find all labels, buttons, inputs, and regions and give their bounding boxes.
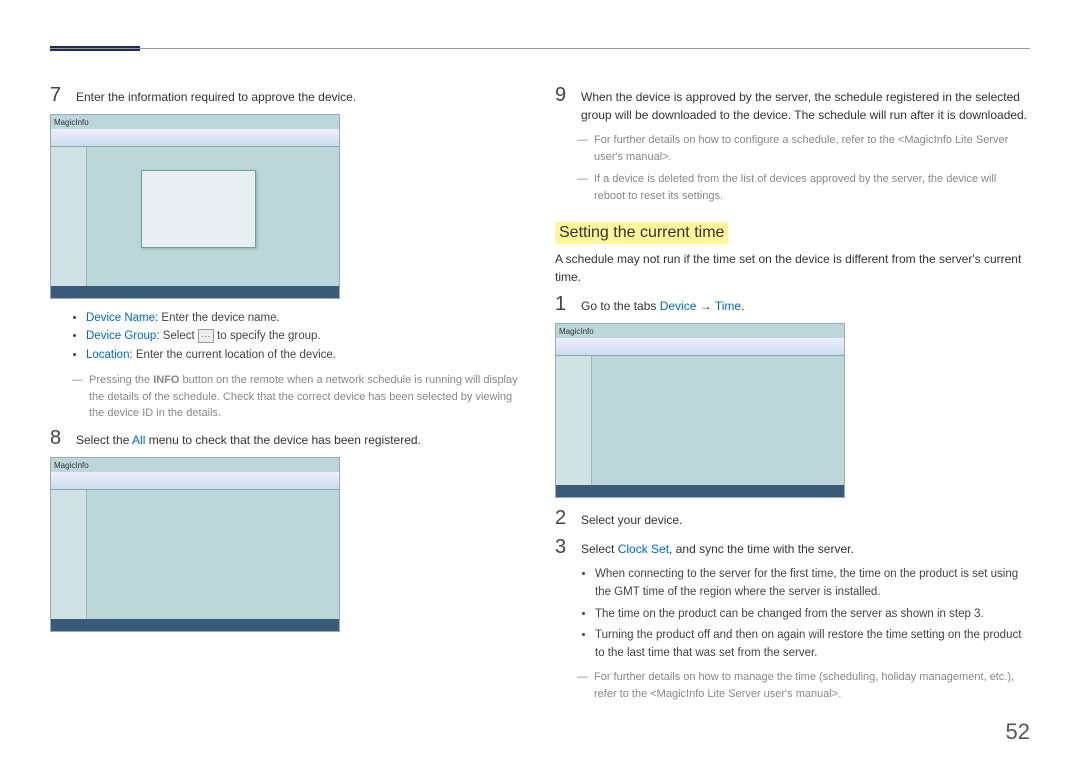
app-sidebar — [51, 490, 87, 619]
app-toolbar — [51, 472, 339, 490]
note-time-manual: ― For further details on how to manage t… — [577, 669, 1030, 702]
step-9: 9 When the device is approved by the ser… — [555, 85, 1030, 124]
note-b: INFO — [153, 374, 179, 386]
note-device-deleted: ― If a device is deleted from the list o… — [577, 171, 1030, 204]
note-text: For further details on how to configure … — [594, 132, 1030, 165]
step-text: Go to the tabs Device → Time. — [581, 294, 1030, 315]
step-8: 8 Select the All menu to check that the … — [50, 428, 525, 449]
e: . — [741, 299, 744, 313]
page-number: 52 — [1006, 719, 1030, 745]
sub-bullet-1: When connecting to the server for the fi… — [595, 566, 1030, 602]
c: , and sync the time with the server. — [669, 542, 854, 556]
label-location: Location — [86, 349, 129, 361]
app-toolbar — [556, 338, 844, 356]
step-text: When the device is approved by the serve… — [581, 85, 1030, 124]
note-text: Pressing the INFO button on the remote w… — [89, 372, 525, 422]
app-sidebar — [556, 356, 592, 485]
step-number: 9 — [555, 85, 569, 124]
section-intro: A schedule may not run if the time set o… — [555, 250, 1030, 286]
app-logo: MagicInfo — [54, 461, 89, 470]
a: Select — [581, 542, 618, 556]
screenshot-time-tab: MagicInfo — [555, 323, 845, 498]
text-device-group-b: to specify the group. — [214, 330, 321, 342]
dash-icon: ― — [577, 669, 588, 702]
app-logo: MagicInfo — [559, 327, 594, 336]
time-sub-bullets: When connecting to the server for the fi… — [581, 566, 1030, 663]
text-location: : Enter the current location of the devi… — [129, 349, 335, 361]
dash-icon: ― — [577, 132, 588, 165]
app-logo: MagicInfo — [54, 118, 89, 127]
a: Go to the tabs — [581, 299, 660, 313]
dash-icon: ― — [72, 372, 83, 422]
right-column: 9 When the device is approved by the ser… — [555, 85, 1030, 708]
header-rule — [50, 48, 1030, 49]
app-sidebar — [51, 147, 87, 286]
app-footer — [556, 485, 844, 497]
step-number: 2 — [555, 508, 569, 529]
step-7: 7 Enter the information required to appr… — [50, 85, 525, 106]
left-column: 7 Enter the information required to appr… — [50, 85, 525, 708]
app-footer — [51, 286, 339, 298]
note-text: For further details on how to manage the… — [594, 669, 1030, 702]
step-number: 3 — [555, 537, 569, 558]
dash-icon: ― — [577, 171, 588, 204]
app-toolbar — [51, 129, 339, 147]
bullet-device-group: Device Group: Select ··· to specify the … — [86, 327, 525, 345]
bullet-location: Location: Enter the current location of … — [86, 346, 525, 364]
step-2: 2 Select your device. — [555, 508, 1030, 529]
b: Device — [660, 299, 697, 313]
t-b: All — [132, 433, 145, 447]
t-c: menu to check that the device has been r… — [145, 433, 421, 447]
d: Time — [715, 299, 741, 313]
section-heading: Setting the current time — [555, 222, 728, 244]
field-bullets: Device Name: Enter the device name. Devi… — [72, 309, 525, 364]
t-a: Select the — [76, 433, 132, 447]
sub-bullet-3: Turning the product off and then on agai… — [595, 627, 1030, 663]
screenshot-all-menu: MagicInfo — [50, 457, 340, 632]
step-text: Select Clock Set, and sync the time with… — [581, 537, 1030, 558]
text-device-name: : Enter the device name. — [155, 312, 280, 324]
note-schedule-manual: ― For further details on how to configur… — [577, 132, 1030, 165]
ellipsis-icon: ··· — [198, 329, 214, 343]
label-device-group: Device Group — [86, 330, 156, 342]
step-number: 8 — [50, 428, 64, 449]
label-device-name: Device Name — [86, 312, 155, 324]
step-text: Enter the information required to approv… — [76, 85, 525, 106]
step-number: 7 — [50, 85, 64, 106]
step-text: Select the All menu to check that the de… — [76, 428, 525, 449]
approve-dialog — [141, 170, 256, 248]
app-footer — [51, 619, 339, 631]
note-info-button: ― Pressing the INFO button on the remote… — [72, 372, 525, 422]
step-number: 1 — [555, 294, 569, 315]
screenshot-approve-device: MagicInfo — [50, 114, 340, 299]
sub-bullet-2: The time on the product can be changed f… — [595, 606, 1030, 624]
note-text: If a device is deleted from the list of … — [594, 171, 1030, 204]
step-3: 3 Select Clock Set, and sync the time wi… — [555, 537, 1030, 558]
text-device-group-a: : Select — [156, 330, 198, 342]
b: Clock Set — [618, 542, 669, 556]
step-text: Select your device. — [581, 508, 1030, 529]
c: → — [696, 299, 714, 313]
content-columns: 7 Enter the information required to appr… — [50, 85, 1030, 708]
step-1: 1 Go to the tabs Device → Time. — [555, 294, 1030, 315]
note-a: Pressing the — [89, 374, 153, 386]
bullet-device-name: Device Name: Enter the device name. — [86, 309, 525, 327]
